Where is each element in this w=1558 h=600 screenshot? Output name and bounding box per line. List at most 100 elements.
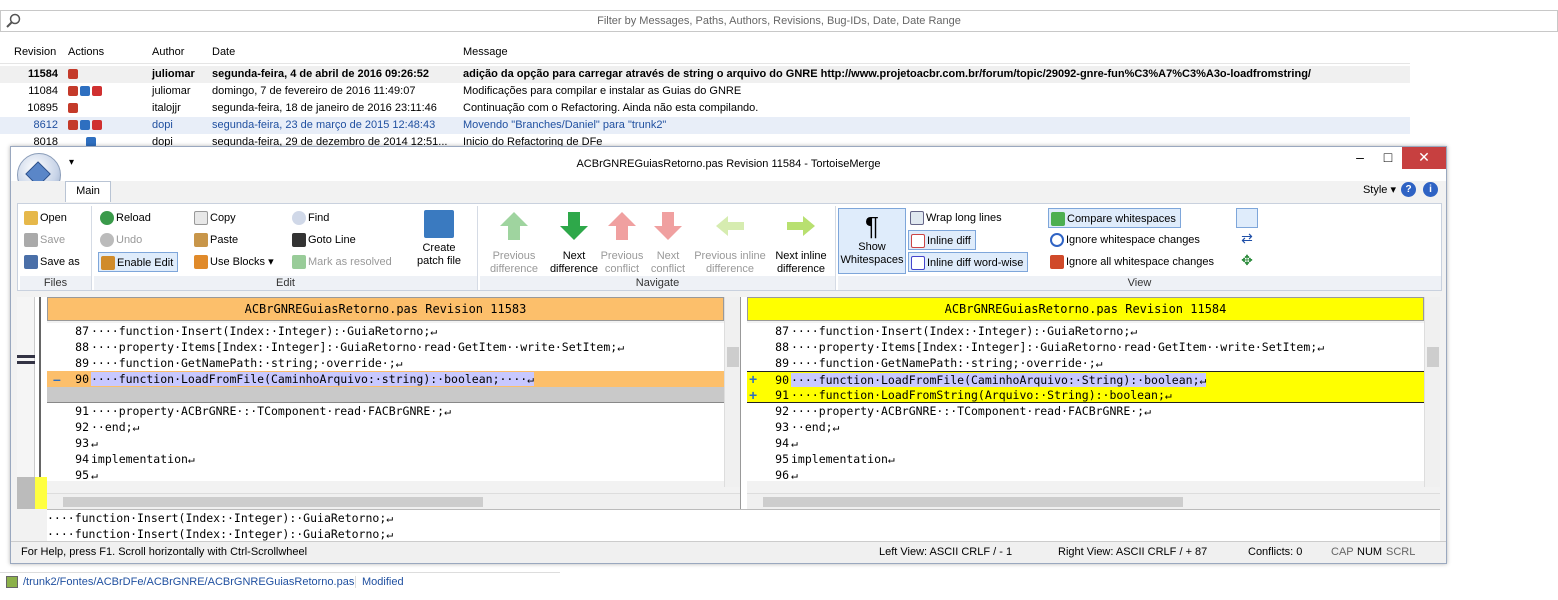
line-number: 89 <box>775 356 789 370</box>
modified-icon <box>68 120 78 131</box>
status-help: For Help, press F1. Scroll horizontally … <box>21 546 308 558</box>
previous-inline-button[interactable]: Previous inline difference <box>690 210 770 276</box>
paste-label: Paste <box>210 234 239 246</box>
code-line[interactable]: 95 implementation↵ <box>747 451 1424 467</box>
right-pane[interactable]: ACBrGNREGuiasRetorno.pas Revision 11584 … <box>747 297 1440 509</box>
code-line[interactable]: 92 ····property·ACBrGNRE·:·TComponent·rea… <box>747 403 1424 419</box>
layout-panes-icon[interactable] <box>1236 208 1258 228</box>
code-line[interactable]: 93 ↵ <box>47 435 724 451</box>
column-author[interactable]: Author <box>152 46 184 58</box>
changed-line[interactable]: 90 ····function·LoadFromFile(CaminhoArqui… <box>47 371 724 387</box>
minimize-button[interactable]: – <box>1346 147 1374 169</box>
left-horizontal-scrollbar[interactable] <box>47 493 740 509</box>
quick-access-icon[interactable]: ▾ <box>69 157 74 168</box>
goto-line-button[interactable]: Goto Line <box>290 230 360 250</box>
code-line[interactable]: 91 ····property·ACBrGNRE·:·TComponent·rea… <box>47 403 724 419</box>
inline-word-button[interactable]: Inline diff word-wise <box>908 252 1029 272</box>
save-button[interactable]: Save <box>22 230 69 250</box>
log-author: juliomar <box>152 68 195 80</box>
code-line[interactable]: 88 ····property·Items[Index:·Integer]:·Gu… <box>47 339 724 355</box>
code-line[interactable]: 89 ····function·GetNamePath:·string;·over… <box>47 355 724 371</box>
log-row[interactable]: 11584 juliomar segunda-feira, 4 de abril… <box>0 66 1410 83</box>
show-whitespaces-button[interactable]: ¶ Show Whitespaces <box>838 208 906 274</box>
code-line[interactable]: 93 ··end;↵ <box>747 419 1424 435</box>
code-line[interactable]: 94 ↵ <box>747 435 1424 451</box>
find-icon <box>292 211 306 225</box>
log-author: italojjr <box>152 102 181 114</box>
next-difference-button[interactable]: Next difference <box>544 210 604 276</box>
copy-button[interactable]: Copy <box>192 208 240 228</box>
previous-difference-button[interactable]: Previous difference <box>484 210 544 276</box>
column-actions[interactable]: Actions <box>68 46 104 58</box>
find-button[interactable]: Find <box>290 208 333 228</box>
prev-conf-label-1: Previous <box>600 250 644 262</box>
undo-label: Undo <box>116 234 143 246</box>
filter-bar[interactable]: Filter by Messages, Paths, Authors, Revi… <box>0 10 1558 32</box>
ignore-all-ws-button[interactable]: Ignore all whitespace changes <box>1048 252 1218 272</box>
next-diff-label-1: Next <box>562 250 586 262</box>
log-message: adição da opção para carregar através de… <box>463 68 1311 80</box>
previous-conflict-button[interactable]: Previous conflict <box>598 210 646 276</box>
left-pane[interactable]: ACBrGNREGuiasRetorno.pas Revision 11583 … <box>47 297 740 509</box>
inline-diff-button[interactable]: Inline diff <box>908 230 976 250</box>
use-blocks-button[interactable]: Use Blocks ▾ <box>192 252 278 272</box>
filter-placeholder[interactable]: Filter by Messages, Paths, Authors, Revi… <box>1 15 1557 27</box>
paste-button[interactable]: Paste <box>192 230 242 250</box>
log-row[interactable]: 11084 juliomar domingo, 7 de fevereiro d… <box>0 83 1410 100</box>
code-line[interactable]: 89 ····function·GetNamePath:·string;·over… <box>747 355 1424 371</box>
diff-bar-line: ····function·Insert(Index:·Integer):·Gui… <box>47 510 1440 526</box>
column-message[interactable]: Message <box>463 46 508 58</box>
column-date[interactable]: Date <box>212 46 235 58</box>
swap-icon[interactable]: ⇄ <box>1236 230 1258 250</box>
check-icon <box>1051 212 1065 226</box>
wrap-label: Wrap long lines <box>926 212 1002 224</box>
added-line[interactable]: 90 ····function·LoadFromFile(CaminhoArqui… <box>747 371 1424 387</box>
compare-whitespaces-button[interactable]: Compare whitespaces <box>1048 208 1181 228</box>
location-bar[interactable] <box>17 297 35 509</box>
log-date: domingo, 7 de fevereiro de 2016 11:49:07 <box>212 85 416 97</box>
left-pane-header: ACBrGNREGuiasRetorno.pas Revision 11583 <box>47 297 724 321</box>
code-line[interactable]: 87 ····function·Insert(Index:·Integer):·G… <box>747 323 1424 339</box>
maximize-button[interactable]: □ <box>1374 147 1402 169</box>
wrap-lines-button[interactable]: Wrap long lines <box>908 208 1006 228</box>
copy-label: Copy <box>210 212 236 224</box>
info-icon[interactable]: i <box>1423 182 1438 197</box>
code-line[interactable]: 94 implementation↵ <box>47 451 724 467</box>
code-line[interactable]: 96 ↵ <box>747 467 1424 481</box>
left-vertical-scrollbar[interactable] <box>724 297 740 487</box>
code-line[interactable]: 87 ····function·Insert(Index:·Integer):·G… <box>47 323 724 339</box>
changed-path-row[interactable]: /trunk2/Fontes/ACBrDFe/ACBrGNRE/ACBrGNRE… <box>0 572 560 592</box>
arrow-right-icon <box>787 216 815 236</box>
right-vertical-scrollbar[interactable] <box>1424 297 1440 487</box>
undo-button[interactable]: Undo <box>98 230 146 250</box>
close-button[interactable]: ✕ <box>1402 147 1446 169</box>
next-conflict-button[interactable]: Next conflict <box>646 210 690 276</box>
group-edit: Reload Undo Enable Edit Copy Paste Use B… <box>94 206 478 290</box>
ignore-ws-button[interactable]: Ignore whitespace changes <box>1048 230 1204 250</box>
line-text: implementation↵ <box>91 452 195 466</box>
pane-divider[interactable] <box>740 297 747 509</box>
help-icon[interactable]: ? <box>1401 182 1416 197</box>
log-row[interactable]: 8612 dopi segunda-feira, 23 de março de … <box>0 117 1410 134</box>
right-horizontal-scrollbar[interactable] <box>747 493 1440 509</box>
style-menu[interactable]: Style ▾ <box>1363 183 1396 196</box>
code-line[interactable]: 88 ····property·Items[Index:·Integer]:·Gu… <box>747 339 1424 355</box>
line-text: ····property·Items[Index:·Integer]:·Guia… <box>791 340 1325 354</box>
next-inline-button[interactable]: Next inline difference <box>770 210 832 276</box>
added-line[interactable]: 91 ····function·LoadFromString(Arquivo:·S… <box>747 387 1424 403</box>
save-as-button[interactable]: Save as <box>22 252 84 272</box>
reload-button[interactable]: Reload <box>98 208 155 228</box>
enable-edit-button[interactable]: Enable Edit <box>98 252 179 272</box>
collapse-icon[interactable]: ✥ <box>1236 252 1258 272</box>
log-row[interactable]: 10895 italojjr segunda-feira, 18 de jane… <box>0 100 1410 117</box>
column-revision[interactable]: Revision <box>14 46 56 58</box>
open-button[interactable]: Open <box>22 208 71 228</box>
open-label: Open <box>40 212 67 224</box>
removed-marker-icon: – <box>53 371 61 387</box>
code-line[interactable]: 95 ↵ <box>47 467 724 481</box>
create-patch-button[interactable]: Create patch file <box>404 210 474 268</box>
mark-resolved-button[interactable]: Mark as resolved <box>290 252 396 272</box>
code-line[interactable]: 92 ··end;↵ <box>47 419 724 435</box>
merge-window: ACBrGNREGuiasRetorno.pas Revision 11584 … <box>10 146 1447 564</box>
tab-main[interactable]: Main <box>65 181 111 202</box>
